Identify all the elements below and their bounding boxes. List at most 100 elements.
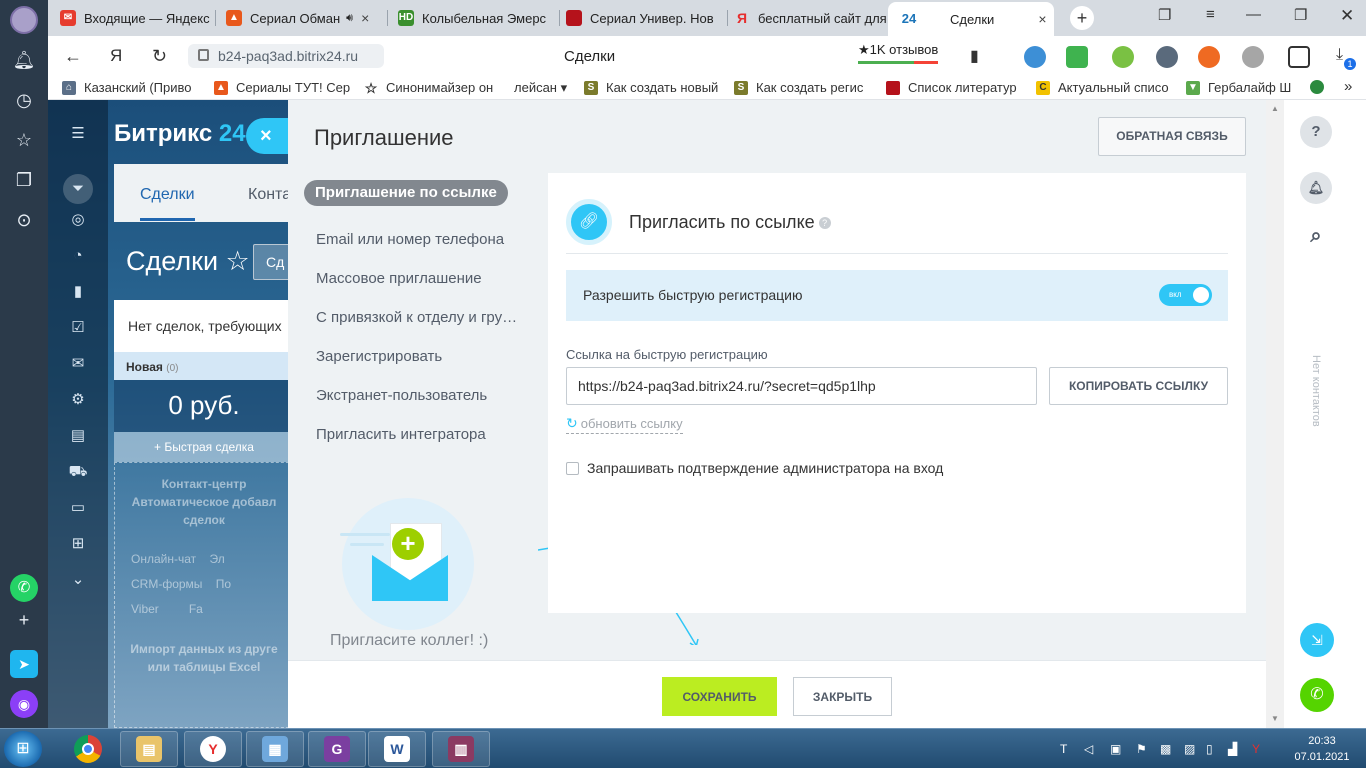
- menu-invite-by-link[interactable]: Приглашение по ссылке: [304, 180, 508, 206]
- bookmark-item[interactable]: ▼ Гербалайф Ш: [1186, 80, 1291, 95]
- reviews-widget[interactable]: ★1K отзывов: [858, 42, 938, 64]
- tray-icon[interactable]: ▣: [1110, 742, 1121, 756]
- browser-tab[interactable]: ▲ Сериал Обман 🔊︎ ×: [218, 4, 384, 32]
- menu-invite-department[interactable]: С привязкой к отделу и группе: [304, 297, 524, 336]
- feedback-button[interactable]: ОБРАТНАЯ СВЯЗЬ: [1098, 117, 1246, 156]
- winrar-taskbar-icon[interactable]: ▥: [432, 731, 490, 767]
- phone-call-icon[interactable]: ✆: [1300, 678, 1334, 712]
- chart-icon[interactable]: ▮: [68, 282, 88, 302]
- close-window-icon[interactable]: ✕: [1340, 6, 1354, 26]
- browser-tab-active[interactable]: 24 Сделки ×: [888, 2, 1054, 36]
- translate-extension-icon[interactable]: [1024, 46, 1046, 68]
- close-button[interactable]: ЗАКРЫТЬ: [793, 677, 892, 716]
- profile-avatar[interactable]: [10, 6, 38, 34]
- page-scrollbar[interactable]: ▲ ▼: [1266, 100, 1284, 728]
- search-icon[interactable]: ⌕: [1300, 220, 1332, 252]
- cart-icon[interactable]: ⛟: [68, 462, 88, 482]
- bookmark-item[interactable]: ⌂ Казанский (Приво: [62, 80, 192, 95]
- bookmark-item[interactable]: ▲ Сериалы ТУТ! Сер: [214, 80, 350, 95]
- volume-tray-icon[interactable]: ◁: [1084, 742, 1093, 756]
- tabs-overview-icon[interactable]: ❐: [1158, 6, 1171, 24]
- tray-icon[interactable]: ▨: [1184, 742, 1195, 756]
- bookmark-item[interactable]: [1310, 80, 1332, 94]
- collections-icon[interactable]: ❐: [12, 168, 36, 192]
- history-icon[interactable]: ◷: [12, 88, 36, 112]
- explorer-taskbar-icon[interactable]: ▤: [120, 731, 178, 767]
- quick-deal-button[interactable]: + Быстрая сделка: [114, 432, 294, 462]
- clipboard-extension-icon[interactable]: [1288, 46, 1310, 68]
- whatsapp-icon[interactable]: ✆: [10, 574, 38, 602]
- close-tab-icon[interactable]: ×: [1038, 11, 1046, 27]
- menu-mass-invite[interactable]: Массовое приглашение: [304, 258, 524, 297]
- robot-icon[interactable]: ⚙: [68, 390, 88, 410]
- tasks-icon[interactable]: ☑: [68, 318, 88, 338]
- alice-assistant-icon[interactable]: ◉: [10, 690, 38, 718]
- filter-icon[interactable]: ⏷: [63, 174, 93, 204]
- apps-icon[interactable]: ⊞: [68, 534, 88, 554]
- bookmark-item[interactable]: Список литератур: [886, 80, 1017, 95]
- bookmark-icon[interactable]: ▮: [970, 46, 979, 66]
- restore-icon[interactable]: ❐: [1294, 6, 1307, 24]
- menu-invite-integrator[interactable]: Пригласить интегратора: [304, 414, 524, 453]
- yandex-tray-icon[interactable]: Y: [1252, 742, 1260, 756]
- browser-tab[interactable]: Сериал Универ. Нов: [558, 4, 724, 32]
- registration-link-input[interactable]: [566, 367, 1037, 405]
- chrome-taskbar-icon[interactable]: [62, 731, 114, 767]
- admin-confirm-row[interactable]: Запрашивать подтверждение администратора…: [566, 460, 943, 476]
- new-tab-button[interactable]: +: [1070, 6, 1094, 30]
- bookmark-item[interactable]: S Как создать новый: [584, 80, 718, 95]
- word-taskbar-icon[interactable]: W: [368, 731, 426, 767]
- close-tab-icon[interactable]: ×: [361, 10, 369, 26]
- download-icon[interactable]: ⤓: [1336, 46, 1343, 64]
- bookmark-folder[interactable]: лейсан ▾: [514, 80, 567, 96]
- add-panel-icon[interactable]: +: [12, 608, 36, 632]
- media-play-icon[interactable]: ⊙: [12, 208, 36, 232]
- start-button[interactable]: ⊞: [4, 731, 42, 767]
- tab-deals[interactable]: Сделки: [140, 186, 195, 221]
- bell-icon[interactable]: 🔔︎: [12, 48, 36, 72]
- back-icon[interactable]: ←: [64, 46, 82, 67]
- globe-extension-icon[interactable]: [1242, 46, 1264, 68]
- menu-extranet-user[interactable]: Экстранет-пользователь: [304, 375, 524, 414]
- shield-extension-icon[interactable]: [1066, 46, 1088, 68]
- messenger-icon[interactable]: ➤: [10, 650, 38, 678]
- tab-contacts[interactable]: Конта: [248, 186, 291, 204]
- notifications-bell-icon[interactable]: 🔔︎: [1300, 172, 1332, 204]
- mail-icon[interactable]: ✉: [68, 354, 88, 374]
- favorites-star-icon[interactable]: ☆: [12, 128, 36, 152]
- fast-registration-toggle[interactable]: вкл: [1159, 284, 1212, 306]
- slider-close-button[interactable]: ×: [246, 118, 288, 154]
- vpn-extension-icon[interactable]: [1156, 46, 1178, 68]
- refresh-extension-icon[interactable]: [1112, 46, 1134, 68]
- bookmark-item[interactable]: ☆ Синонимайзер он: [364, 80, 494, 95]
- audio-playing-icon[interactable]: 🔊︎: [346, 12, 353, 25]
- save-button[interactable]: СОХРАНИТЬ: [662, 677, 777, 716]
- teams-tray-icon[interactable]: T: [1060, 742, 1067, 756]
- clock-icon[interactable]: ◔: [68, 246, 88, 266]
- system-clock[interactable]: 20:33 07.01.2021: [1282, 733, 1362, 765]
- yandex-browser-taskbar-icon[interactable]: Y: [184, 731, 242, 767]
- help-icon[interactable]: ?: [818, 217, 831, 230]
- browser-tab[interactable]: HD Колыбельная Эмерс: [390, 4, 556, 32]
- fox-extension-icon[interactable]: [1198, 46, 1220, 68]
- copy-link-button[interactable]: КОПИРОВАТЬ ССЫЛКУ: [1049, 367, 1228, 405]
- tray-icon[interactable]: ⚑: [1136, 742, 1147, 756]
- menu-invite-email-phone[interactable]: Email или номер телефона: [304, 219, 524, 258]
- bookmark-item[interactable]: S Как создать регис: [734, 80, 863, 95]
- bookmark-item[interactable]: C Актуальный списо: [1036, 80, 1169, 95]
- refresh-link-button[interactable]: ↻ обновить ссылку: [566, 415, 683, 434]
- pdf-app-taskbar-icon[interactable]: G: [308, 731, 366, 767]
- browser-tab[interactable]: Я бесплатный сайт для: [726, 4, 886, 32]
- yandex-logo-icon[interactable]: Я: [110, 46, 122, 66]
- sites-icon[interactable]: ▤: [68, 426, 88, 446]
- menu-register[interactable]: Зарегистрировать: [304, 336, 524, 375]
- help-icon[interactable]: ?: [1300, 116, 1332, 148]
- minimize-icon[interactable]: —: [1246, 6, 1261, 23]
- target-icon[interactable]: ◎: [68, 210, 88, 230]
- battery-tray-icon[interactable]: ▯: [1206, 742, 1213, 756]
- more-bookmarks-icon[interactable]: »: [1344, 78, 1352, 95]
- more-icon[interactable]: ⌄: [68, 570, 88, 590]
- browser-tab[interactable]: ✉ Входящие — Яндекс: [52, 4, 212, 32]
- network-tray-icon[interactable]: ▟: [1228, 742, 1237, 756]
- open-lines-icon[interactable]: ⇲: [1300, 623, 1334, 657]
